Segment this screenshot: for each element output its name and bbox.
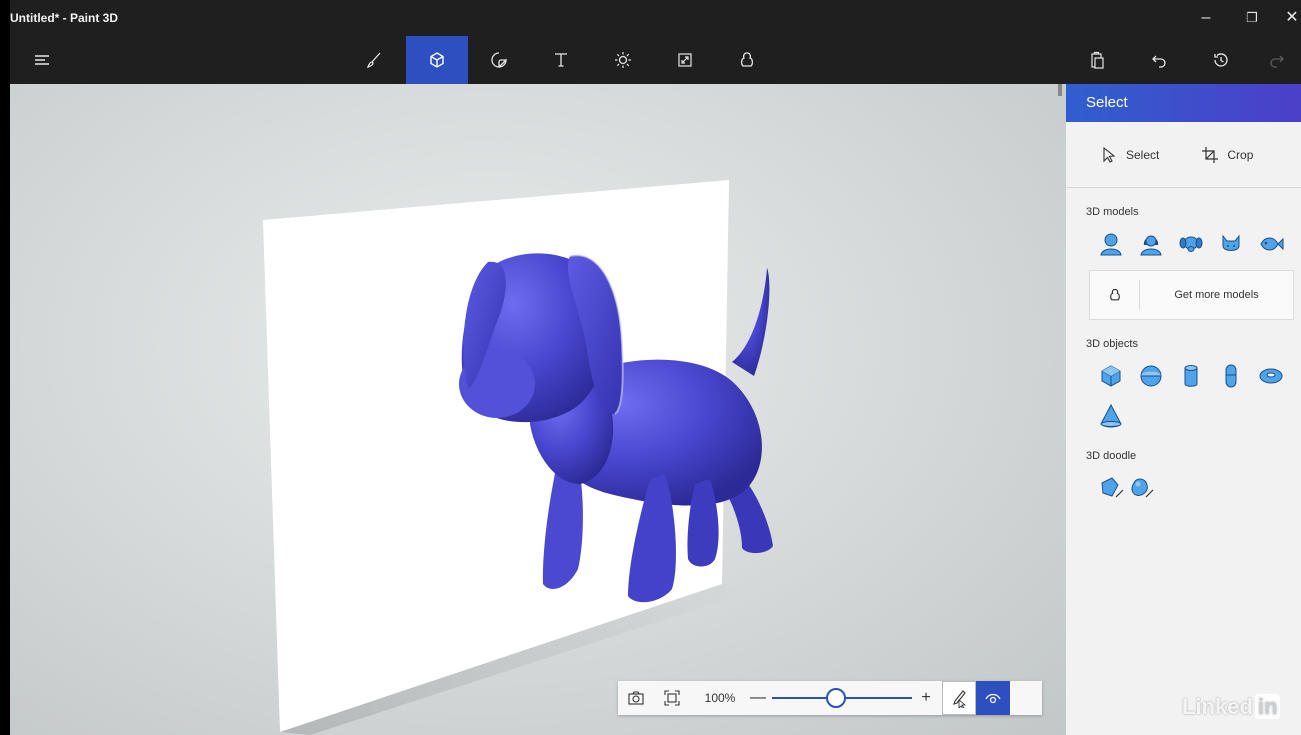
- cone-button[interactable]: [1091, 398, 1131, 434]
- vertical-scrollbar[interactable]: [1058, 84, 1062, 96]
- 3d-view-button[interactable]: [976, 681, 1010, 715]
- select-tools-row: Select Crop: [1066, 122, 1301, 188]
- paste-icon: [1091, 51, 1104, 69]
- zoom-percentage[interactable]: 100%: [690, 691, 750, 705]
- crop-label: Crop: [1227, 147, 1254, 162]
- cat-model-icon: [1222, 234, 1240, 251]
- dog-model-icon: [1179, 236, 1203, 252]
- cursor-select-icon: [1103, 146, 1116, 163]
- fish-model-button[interactable]: [1251, 226, 1291, 262]
- drawing-tool-toggle[interactable]: [942, 681, 976, 715]
- paste-button[interactable]: [1066, 36, 1128, 84]
- sphere-icon: [1140, 365, 1162, 387]
- 3d-doodle-row: [1066, 470, 1301, 506]
- cylinder-button[interactable]: [1171, 358, 1211, 394]
- 3d-shapes-tool-button[interactable]: [406, 36, 468, 84]
- select-label: Select: [1126, 147, 1160, 162]
- screenshot-button[interactable]: [618, 681, 654, 715]
- cube-button[interactable]: [1091, 358, 1131, 394]
- redo-button[interactable]: [1252, 36, 1301, 84]
- undo-icon: [1152, 55, 1166, 68]
- canvas-icon: [678, 53, 692, 67]
- remix3d-icon: [740, 52, 754, 67]
- redo-icon: [1269, 55, 1284, 68]
- capsule-button[interactable]: [1211, 358, 1251, 394]
- dog-model-button[interactable]: [1171, 226, 1211, 262]
- 3d-shapes-icon: [430, 52, 444, 68]
- text-icon: [555, 53, 567, 67]
- remix3d-icon: [1109, 288, 1120, 301]
- history-button[interactable]: [1190, 36, 1252, 84]
- 3d-objects-row-2: [1066, 398, 1301, 434]
- fish-model-icon: [1260, 237, 1284, 251]
- 3d-objects-row: [1066, 358, 1301, 394]
- zoom-slider-thumb[interactable]: [826, 688, 846, 708]
- man-model-button[interactable]: [1091, 226, 1131, 262]
- watermark-text: Linked: [1182, 694, 1253, 719]
- minimize-button[interactable]: –: [1194, 6, 1218, 30]
- 3d-models-row: [1066, 226, 1301, 262]
- panel-header: Select: [1066, 84, 1301, 122]
- woman-model-button[interactable]: [1131, 226, 1171, 262]
- zoom-in-button[interactable]: +: [918, 689, 934, 707]
- shapes-side-panel: Select Select Crop 3D models Get more mo…: [1066, 84, 1301, 735]
- history-icon: [1214, 53, 1228, 67]
- paint3d-app: Untitled* - Paint 3D – ❐ ✕ Select Select…: [10, 0, 1301, 735]
- soft-edge-doodle-icon: [1131, 478, 1154, 498]
- effects-tool-button[interactable]: [592, 36, 654, 84]
- title-bar: Untitled* - Paint 3D – ❐ ✕: [10, 0, 1301, 36]
- torus-icon: [1259, 368, 1283, 384]
- fit-screen-icon: [664, 690, 680, 706]
- select-tool-button[interactable]: Select: [1100, 146, 1159, 164]
- drawing-canvas[interactable]: [10, 84, 1066, 735]
- text-tool-button[interactable]: [530, 36, 592, 84]
- brushes-icon: [366, 52, 381, 69]
- crop-icon: [1202, 146, 1219, 163]
- remix3d-tool-button[interactable]: [716, 36, 778, 84]
- cylinder-icon: [1184, 365, 1198, 387]
- zoom-slider[interactable]: [772, 681, 912, 715]
- watermark-in: in: [1254, 694, 1281, 719]
- crop-tool-button[interactable]: Crop: [1201, 146, 1253, 164]
- pencil-icon: [953, 690, 967, 708]
- torus-button[interactable]: [1251, 358, 1291, 394]
- 3d-doodle-label: 3D doodle: [1086, 450, 1137, 462]
- camera-icon: [628, 691, 644, 705]
- undo-button[interactable]: [1128, 36, 1190, 84]
- menu-button[interactable]: [10, 36, 74, 84]
- linkedin-watermark: Linked in: [1182, 694, 1281, 720]
- get-more-models-button[interactable]: Get more models: [1089, 270, 1294, 320]
- woman-model-icon: [1140, 235, 1162, 256]
- view-zoom-bar: 100% — +: [618, 681, 1042, 715]
- fit-to-screen-button[interactable]: [654, 681, 690, 715]
- stickers-tool-button[interactable]: [468, 36, 530, 84]
- capsule-icon: [1225, 364, 1237, 388]
- soft-edge-doodle-button[interactable]: [1121, 470, 1161, 506]
- window-title: Untitled* - Paint 3D: [10, 11, 119, 25]
- main-toolbar: [10, 36, 1301, 84]
- zoom-out-button[interactable]: —: [750, 689, 766, 707]
- cat-model-button[interactable]: [1211, 226, 1251, 262]
- sphere-button[interactable]: [1131, 358, 1171, 394]
- brushes-tool-button[interactable]: [344, 36, 406, 84]
- cube-icon: [1101, 365, 1121, 387]
- scene-svg: [263, 180, 773, 735]
- get-more-models-label: Get more models: [1174, 289, 1259, 301]
- eye-icon: [985, 693, 1001, 704]
- hamburger-menu-icon: [35, 55, 49, 65]
- effects-icon: [615, 52, 631, 68]
- 3d-objects-label: 3D objects: [1086, 338, 1138, 350]
- cone-icon: [1100, 403, 1122, 428]
- stickers-icon: [491, 52, 507, 68]
- 3d-models-label: 3D models: [1086, 206, 1139, 218]
- man-model-icon: [1100, 233, 1122, 256]
- close-button[interactable]: ✕: [1280, 6, 1301, 30]
- canvas-tool-button[interactable]: [654, 36, 716, 84]
- restore-button[interactable]: ❐: [1240, 6, 1264, 30]
